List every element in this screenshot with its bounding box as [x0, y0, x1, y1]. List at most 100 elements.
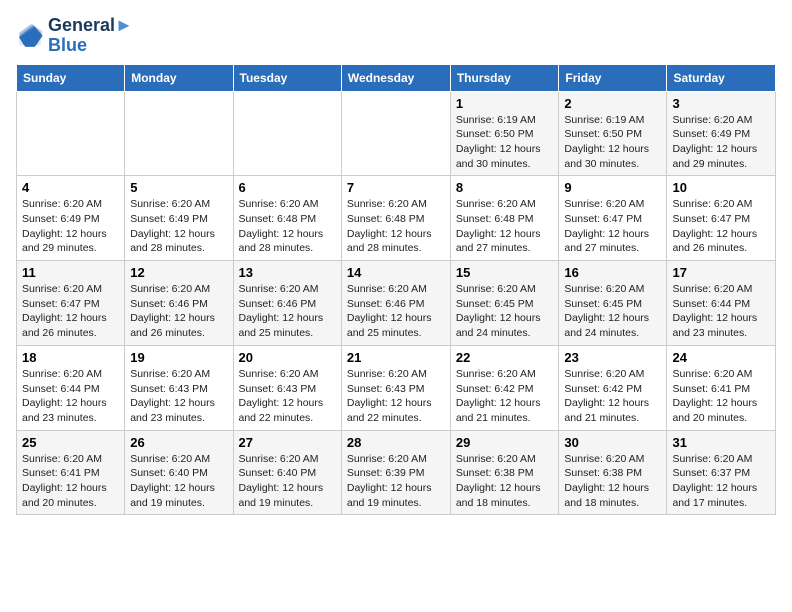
calendar-cell: 6 Sunrise: 6:20 AMSunset: 6:48 PMDaylight…: [233, 176, 341, 261]
day-info: Sunrise: 6:20 AMSunset: 6:49 PMDaylight:…: [22, 197, 119, 256]
day-info: Sunrise: 6:20 AMSunset: 6:43 PMDaylight:…: [347, 367, 445, 426]
calendar-cell: 28Sunrise: 6:20 AMSunset: 6:39 PMDayligh…: [341, 430, 450, 515]
day-number: 21: [347, 350, 445, 365]
day-number: 12: [130, 265, 227, 280]
calendar-cell: 7 Sunrise: 6:20 AMSunset: 6:48 PMDaylight…: [341, 176, 450, 261]
calendar-week-4: 18Sunrise: 6:20 AMSunset: 6:44 PMDayligh…: [17, 345, 776, 430]
calendar-cell: 26 Sunrise: 6:20 AMSunset: 6:40 PMDayligh…: [125, 430, 233, 515]
calendar-week-3: 11 Sunrise: 6:20 AMSunset: 6:47 PMDayligh…: [17, 261, 776, 346]
day-number: 31: [672, 435, 770, 450]
day-info: Sunrise: 6:20 AMSunset: 6:44 PMDaylight:…: [672, 282, 770, 341]
day-number: 1: [456, 96, 554, 111]
day-number: 13: [239, 265, 336, 280]
calendar-cell: 23 Sunrise: 6:20 AMSunset: 6:42 PMDayligh…: [559, 345, 667, 430]
calendar-week-2: 4 Sunrise: 6:20 AMSunset: 6:49 PMDaylight…: [17, 176, 776, 261]
day-info: Sunrise: 6:20 AMSunset: 6:47 PMDaylight:…: [564, 197, 661, 256]
header-saturday: Saturday: [667, 64, 776, 91]
day-number: 23: [564, 350, 661, 365]
day-info: Sunrise: 6:20 AMSunset: 6:46 PMDaylight:…: [347, 282, 445, 341]
day-number: 19: [130, 350, 227, 365]
day-number: 11: [22, 265, 119, 280]
day-info: Sunrise: 6:20 AMSunset: 6:48 PMDaylight:…: [347, 197, 445, 256]
day-info: Sunrise: 6:20 AMSunset: 6:41 PMDaylight:…: [672, 367, 770, 426]
calendar-cell: 18Sunrise: 6:20 AMSunset: 6:44 PMDayligh…: [17, 345, 125, 430]
calendar-cell: [233, 91, 341, 176]
header-friday: Friday: [559, 64, 667, 91]
day-number: 26: [130, 435, 227, 450]
day-info: Sunrise: 6:20 AMSunset: 6:48 PMDaylight:…: [239, 197, 336, 256]
calendar-cell: 10 Sunrise: 6:20 AMSunset: 6:47 PMDayligh…: [667, 176, 776, 261]
day-info: Sunrise: 6:20 AMSunset: 6:49 PMDaylight:…: [130, 197, 227, 256]
day-number: 2: [564, 96, 661, 111]
day-info: Sunrise: 6:20 AMSunset: 6:42 PMDaylight:…: [456, 367, 554, 426]
day-info: Sunrise: 6:20 AMSunset: 6:41 PMDaylight:…: [22, 452, 119, 511]
calendar-cell: 13 Sunrise: 6:20 AMSunset: 6:46 PMDayligh…: [233, 261, 341, 346]
day-number: 6: [239, 180, 336, 195]
calendar-header-row: SundayMondayTuesdayWednesdayThursdayFrid…: [17, 64, 776, 91]
header-tuesday: Tuesday: [233, 64, 341, 91]
day-number: 10: [672, 180, 770, 195]
header-thursday: Thursday: [450, 64, 559, 91]
header-wednesday: Wednesday: [341, 64, 450, 91]
day-info: Sunrise: 6:20 AMSunset: 6:43 PMDaylight:…: [239, 367, 336, 426]
calendar-cell: [125, 91, 233, 176]
calendar-cell: 20 Sunrise: 6:20 AMSunset: 6:43 PMDayligh…: [233, 345, 341, 430]
day-number: 28: [347, 435, 445, 450]
day-number: 15: [456, 265, 554, 280]
calendar-cell: 15 Sunrise: 6:20 AMSunset: 6:45 PMDayligh…: [450, 261, 559, 346]
day-number: 17: [672, 265, 770, 280]
day-info: Sunrise: 6:20 AMSunset: 6:37 PMDaylight:…: [672, 452, 770, 511]
day-number: 9: [564, 180, 661, 195]
calendar-week-5: 25 Sunrise: 6:20 AMSunset: 6:41 PMDayligh…: [17, 430, 776, 515]
day-number: 16: [564, 265, 661, 280]
day-info: Sunrise: 6:20 AMSunset: 6:46 PMDaylight:…: [130, 282, 227, 341]
day-info: Sunrise: 6:20 AMSunset: 6:47 PMDaylight:…: [22, 282, 119, 341]
calendar-cell: 3Sunrise: 6:20 AMSunset: 6:49 PMDaylight…: [667, 91, 776, 176]
calendar-cell: 11 Sunrise: 6:20 AMSunset: 6:47 PMDayligh…: [17, 261, 125, 346]
day-info: Sunrise: 6:20 AMSunset: 6:38 PMDaylight:…: [456, 452, 554, 511]
calendar-cell: 8 Sunrise: 6:20 AMSunset: 6:48 PMDaylight…: [450, 176, 559, 261]
calendar-week-1: 1 Sunrise: 6:19 AMSunset: 6:50 PMDaylight…: [17, 91, 776, 176]
day-info: Sunrise: 6:20 AMSunset: 6:42 PMDaylight:…: [564, 367, 661, 426]
calendar-cell: 25 Sunrise: 6:20 AMSunset: 6:41 PMDayligh…: [17, 430, 125, 515]
day-number: 14: [347, 265, 445, 280]
calendar-cell: 4 Sunrise: 6:20 AMSunset: 6:49 PMDaylight…: [17, 176, 125, 261]
calendar-table: SundayMondayTuesdayWednesdayThursdayFrid…: [16, 64, 776, 516]
day-info: Sunrise: 6:20 AMSunset: 6:43 PMDaylight:…: [130, 367, 227, 426]
day-info: Sunrise: 6:19 AMSunset: 6:50 PMDaylight:…: [564, 113, 661, 172]
calendar-cell: 16Sunrise: 6:20 AMSunset: 6:45 PMDayligh…: [559, 261, 667, 346]
day-info: Sunrise: 6:20 AMSunset: 6:38 PMDaylight:…: [564, 452, 661, 511]
day-info: Sunrise: 6:20 AMSunset: 6:45 PMDaylight:…: [456, 282, 554, 341]
day-number: 5: [130, 180, 227, 195]
calendar-cell: [17, 91, 125, 176]
day-info: Sunrise: 6:20 AMSunset: 6:48 PMDaylight:…: [456, 197, 554, 256]
day-number: 29: [456, 435, 554, 450]
day-info: Sunrise: 6:20 AMSunset: 6:44 PMDaylight:…: [22, 367, 119, 426]
calendar-cell: 14 Sunrise: 6:20 AMSunset: 6:46 PMDayligh…: [341, 261, 450, 346]
page-header: General► Blue: [16, 16, 776, 56]
calendar-cell: [341, 91, 450, 176]
day-number: 8: [456, 180, 554, 195]
calendar-cell: 27Sunrise: 6:20 AMSunset: 6:40 PMDayligh…: [233, 430, 341, 515]
calendar-cell: 2 Sunrise: 6:19 AMSunset: 6:50 PMDaylight…: [559, 91, 667, 176]
day-number: 25: [22, 435, 119, 450]
day-info: Sunrise: 6:20 AMSunset: 6:40 PMDaylight:…: [130, 452, 227, 511]
day-info: Sunrise: 6:20 AMSunset: 6:46 PMDaylight:…: [239, 282, 336, 341]
day-number: 22: [456, 350, 554, 365]
calendar-cell: 1Sunrise: 6:19 AMSunset: 6:50 PMDaylight…: [450, 91, 559, 176]
calendar-cell: 31 Sunrise: 6:20 AMSunset: 6:37 PMDayligh…: [667, 430, 776, 515]
header-sunday: Sunday: [17, 64, 125, 91]
calendar-cell: 5 Sunrise: 6:20 AMSunset: 6:49 PMDaylight…: [125, 176, 233, 261]
day-info: Sunrise: 6:20 AMSunset: 6:47 PMDaylight:…: [672, 197, 770, 256]
day-number: 7: [347, 180, 445, 195]
day-info: Sunrise: 6:20 AMSunset: 6:49 PMDaylight:…: [672, 113, 770, 172]
day-number: 4: [22, 180, 119, 195]
logo-text: General► Blue: [48, 16, 133, 56]
day-number: 30: [564, 435, 661, 450]
calendar-cell: 19 Sunrise: 6:20 AMSunset: 6:43 PMDayligh…: [125, 345, 233, 430]
calendar-cell: 29 Sunrise: 6:20 AMSunset: 6:38 PMDayligh…: [450, 430, 559, 515]
calendar-cell: 24Sunrise: 6:20 AMSunset: 6:41 PMDayligh…: [667, 345, 776, 430]
day-number: 20: [239, 350, 336, 365]
calendar-cell: 17 Sunrise: 6:20 AMSunset: 6:44 PMDayligh…: [667, 261, 776, 346]
calendar-cell: 22 Sunrise: 6:20 AMSunset: 6:42 PMDayligh…: [450, 345, 559, 430]
